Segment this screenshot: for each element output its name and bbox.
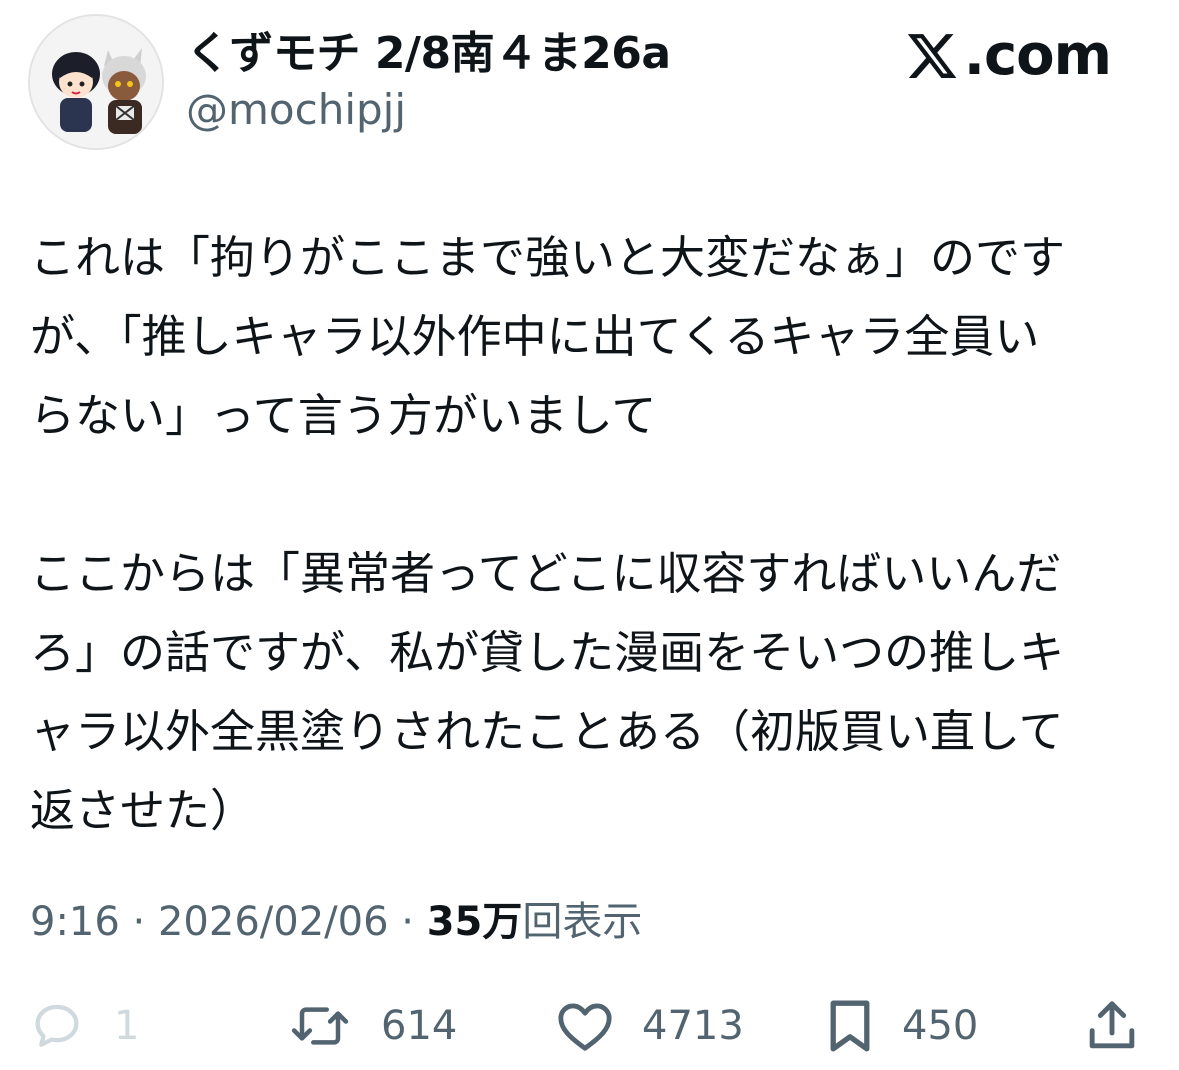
like-count: 4713: [642, 1003, 744, 1049]
retweet-count: 614: [381, 1003, 458, 1049]
bookmark-button[interactable]: 450: [826, 990, 978, 1062]
tweet-time[interactable]: 9:16: [30, 899, 120, 945]
tweet-line: らない」って言う方がいまして: [30, 389, 657, 442]
tweet-text: これは「拘りがここまで強いと大変だなぁ」のです が、「推しキャラ以外作中に出てく…: [30, 218, 1140, 850]
reply-icon: [35, 1004, 79, 1047]
tweet-line: ここからは「異常者ってどこに収容すればいいんだ: [30, 547, 1062, 600]
bookmark-icon: [830, 1000, 870, 1052]
tweet-header: くずモチ 2/8南４ま26a @mochipjj .com: [0, 0, 1179, 160]
tweet-actions: 1 614 4713 450: [0, 990, 1179, 1062]
avatar-illustration-icon: [30, 16, 162, 148]
reply-button[interactable]: 1: [30, 990, 139, 1062]
tweet-line: 返させた）: [30, 784, 256, 837]
meta-separator: ·: [388, 899, 427, 945]
views-count[interactable]: 35万: [427, 899, 523, 945]
tweet-line: ろ」の話ですが、私が貸した漫画をそいつの推しキ: [30, 626, 1065, 679]
x-logo-icon: [907, 34, 957, 78]
like-button[interactable]: 4713: [556, 990, 744, 1062]
retweet-icon: [291, 1007, 349, 1045]
views-label: 回表示: [522, 899, 643, 945]
brand-domain: .com: [963, 23, 1112, 88]
tweet-date[interactable]: 2026/02/06: [158, 899, 389, 945]
tweet-line: ャラ以外全黒塗りされたことある（初版買い直して: [30, 705, 1064, 758]
brand-watermark: .com: [904, 23, 1112, 88]
meta-separator: ·: [119, 899, 158, 945]
heart-icon: [558, 1003, 612, 1051]
tweet-meta: 9:16 · 2026/02/06 · 35万回表示: [30, 892, 642, 952]
tweet-line: が、「推しキャラ以外作中に出てくるキャラ全員い: [30, 310, 1040, 363]
share-button[interactable]: [1084, 990, 1140, 1062]
bookmark-count: 450: [902, 1003, 979, 1049]
reply-count: 1: [114, 1003, 140, 1049]
avatar[interactable]: [28, 14, 164, 150]
author-handle[interactable]: @mochipjj: [186, 84, 406, 136]
author-display-name[interactable]: くずモチ 2/8南４ま26a: [186, 26, 671, 82]
tweet-line: これは「拘りがここまで強いと大変だなぁ」のです: [30, 231, 1066, 284]
share-icon: [1089, 1001, 1135, 1049]
retweet-button[interactable]: 614: [287, 990, 457, 1062]
